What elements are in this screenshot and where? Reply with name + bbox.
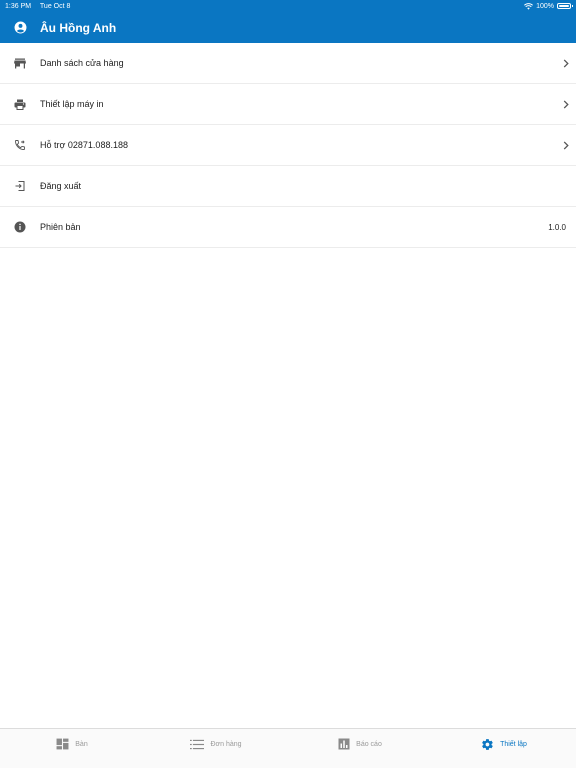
store-icon bbox=[0, 58, 40, 69]
menu-item-label: Phiên bản bbox=[40, 222, 81, 232]
menu-item-logout[interactable]: Đăng xuất bbox=[0, 166, 576, 207]
printer-icon bbox=[0, 99, 40, 110]
status-right: 100% bbox=[524, 2, 573, 10]
tab-tables[interactable]: Bàn bbox=[0, 729, 144, 759]
menu-item-label: Thiết lập máy in bbox=[40, 99, 104, 109]
app-header: Âu Hồng Anh bbox=[0, 12, 576, 43]
status-date: Tue Oct 8 bbox=[39, 2, 71, 10]
status-left: 1:36 PM Tue Oct 8 bbox=[5, 3, 77, 10]
tab-label: Bàn bbox=[75, 740, 88, 748]
chevron-right-icon bbox=[556, 140, 576, 150]
settings-menu: Danh sách cửa hàng Thiết lập máy in Hỗ t… bbox=[0, 43, 576, 248]
page-title: Âu Hồng Anh bbox=[40, 20, 117, 35]
menu-item-label: Danh sách cửa hàng bbox=[40, 58, 124, 68]
tab-orders[interactable]: Đơn hàng bbox=[144, 729, 288, 759]
tab-label: Thiết lập bbox=[500, 740, 527, 748]
info-icon bbox=[0, 221, 40, 233]
tab-settings[interactable]: Thiết lập bbox=[432, 729, 576, 759]
account-icon[interactable] bbox=[0, 21, 40, 34]
menu-item-store-list[interactable]: Danh sách cửa hàng bbox=[0, 43, 576, 84]
status-bar: 1:36 PM Tue Oct 8 100% bbox=[0, 0, 576, 12]
chevron-right-icon bbox=[556, 58, 576, 68]
tab-bar: Bàn Đơn hàng Báo cáo Thiết lập bbox=[0, 728, 576, 768]
list-icon bbox=[190, 739, 205, 749]
battery-percent: 100% bbox=[536, 2, 554, 10]
wifi-icon bbox=[524, 2, 534, 10]
gear-icon bbox=[482, 738, 493, 750]
battery-icon bbox=[557, 3, 573, 9]
phone-forward-icon bbox=[0, 139, 40, 151]
menu-item-support[interactable]: Hỗ trợ 02871.088.188 bbox=[0, 125, 576, 166]
status-time: 1:36 PM bbox=[5, 2, 32, 10]
menu-item-printer-setup[interactable]: Thiết lập máy in bbox=[0, 84, 576, 125]
logout-icon bbox=[0, 180, 40, 192]
tab-label: Báo cáo bbox=[356, 740, 382, 748]
menu-item-version: Phiên bản 1.0.0 bbox=[0, 207, 576, 248]
menu-item-label: Hỗ trợ 02871.088.188 bbox=[40, 140, 128, 150]
chevron-right-icon bbox=[556, 99, 576, 109]
tables-icon bbox=[56, 738, 69, 750]
menu-item-label: Đăng xuất bbox=[40, 181, 82, 191]
tab-reports[interactable]: Báo cáo bbox=[288, 729, 432, 759]
version-value: 1.0.0 bbox=[548, 222, 566, 232]
tab-label: Đơn hàng bbox=[210, 740, 242, 748]
bar-chart-icon bbox=[338, 738, 350, 750]
